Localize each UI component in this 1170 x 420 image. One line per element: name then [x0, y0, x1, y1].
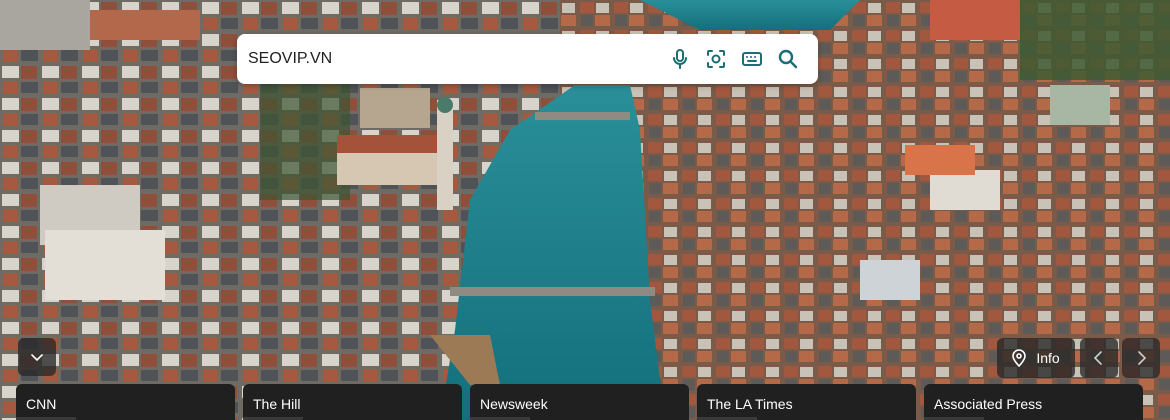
search-input[interactable]	[237, 38, 662, 80]
chevron-left-icon	[1093, 351, 1102, 365]
previous-image-button[interactable]	[1080, 338, 1118, 378]
collapse-feed-button[interactable]	[18, 338, 56, 376]
microphone-icon[interactable]	[662, 39, 698, 79]
search-actions	[662, 39, 806, 79]
news-tab-newsweek[interactable]: Newsweek	[470, 384, 689, 420]
keyboard-icon[interactable]	[734, 39, 770, 79]
news-tab-the-la-times[interactable]: The LA Times	[697, 384, 916, 420]
search-icon[interactable]	[770, 39, 806, 79]
location-pin-icon	[1012, 349, 1027, 367]
visual-search-icon[interactable]	[698, 39, 734, 79]
search-box	[237, 34, 818, 84]
news-source-label: CNN	[26, 396, 57, 412]
news-source-label: The LA Times	[707, 396, 793, 412]
news-tab-cnn[interactable]: CNN	[16, 384, 235, 420]
info-label: Info	[1036, 350, 1060, 366]
news-tab-associated-press[interactable]: Associated Press	[924, 384, 1143, 420]
image-info-button[interactable]: Info	[997, 338, 1075, 378]
news-strip: CNN The Hill Newsweek The LA Times Assoc…	[0, 384, 1170, 420]
chevron-down-icon	[31, 354, 43, 362]
news-source-label: Newsweek	[480, 396, 548, 412]
news-tab-the-hill[interactable]: The Hill	[243, 384, 462, 420]
chevron-right-icon	[1138, 351, 1147, 365]
news-source-label: The Hill	[253, 396, 301, 412]
next-image-button[interactable]	[1122, 338, 1160, 378]
news-source-label: Associated Press	[934, 396, 1043, 412]
